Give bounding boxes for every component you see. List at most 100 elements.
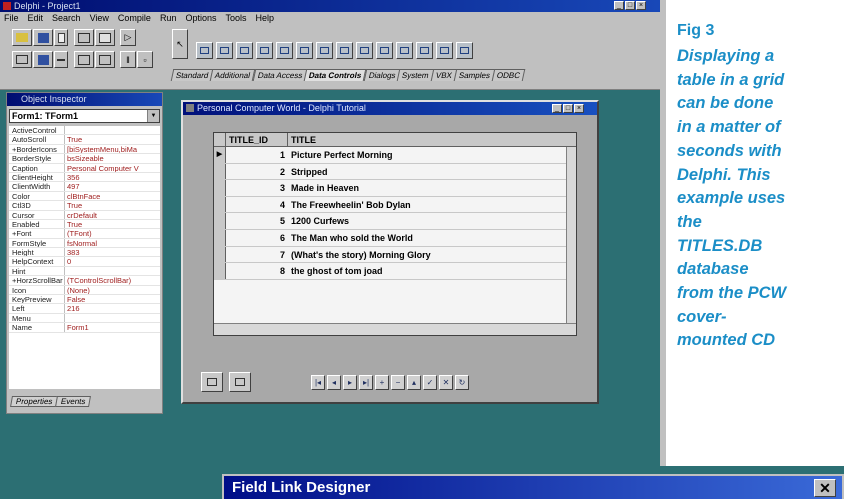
- nav-delete-button[interactable]: −: [391, 375, 405, 390]
- cell-title[interactable]: The Freewheelin' Bob Dylan: [288, 197, 576, 213]
- property-value[interactable]: (TControlScrollBar): [64, 276, 160, 285]
- property-row[interactable]: Icon (None): [9, 285, 160, 296]
- palette-dbimage[interactable]: [316, 42, 333, 59]
- table-component[interactable]: [201, 372, 223, 392]
- palette-dbradiogroup[interactable]: [396, 42, 413, 59]
- cell-title-id[interactable]: 1: [226, 147, 288, 163]
- menu-edit[interactable]: Edit: [28, 12, 44, 25]
- property-row[interactable]: Cursor crDefault: [9, 210, 160, 220]
- property-value[interactable]: [biSystemMenu,biMa: [64, 144, 160, 154]
- tab-additional[interactable]: Additional: [210, 69, 256, 81]
- cell-title[interactable]: 1200 Curfews: [288, 213, 576, 229]
- palette-datasource[interactable]: [196, 42, 213, 59]
- palette-dbchart[interactable]: [456, 42, 473, 59]
- close-icon[interactable]: ×: [574, 104, 584, 113]
- property-value[interactable]: 216: [64, 304, 160, 313]
- property-value[interactable]: crDefault: [64, 210, 160, 219]
- cell-title[interactable]: Made in Heaven: [288, 180, 576, 196]
- property-row[interactable]: Name Form1: [9, 323, 160, 333]
- property-row[interactable]: Enabled True: [9, 219, 160, 230]
- remove-file-button[interactable]: [54, 51, 68, 68]
- palette-dblistbox[interactable]: [336, 42, 353, 59]
- property-row[interactable]: HelpContext 0: [9, 257, 160, 267]
- palette-dblookupcombo[interactable]: [416, 42, 433, 59]
- menu-options[interactable]: Options: [185, 12, 216, 25]
- palette-dbtext[interactable]: [256, 42, 273, 59]
- nav-last-button[interactable]: ▸|: [359, 375, 373, 390]
- palette-dblookuplist[interactable]: [436, 42, 453, 59]
- table-row[interactable]: ▶ 1 Picture Perfect Morning: [214, 147, 576, 164]
- tab-system[interactable]: System: [396, 69, 435, 81]
- nav-post-button[interactable]: ✓: [423, 375, 437, 390]
- cell-title-id[interactable]: 6: [226, 230, 288, 246]
- nav-prior-button[interactable]: ◂: [327, 375, 341, 390]
- property-row[interactable]: Ctl3D True: [9, 201, 160, 211]
- select-form-button[interactable]: [95, 29, 115, 46]
- toggle-form-button[interactable]: [74, 51, 94, 68]
- tab-properties[interactable]: Properties: [10, 396, 59, 407]
- property-row[interactable]: Caption Personal Computer V: [9, 163, 160, 173]
- property-value[interactable]: Personal Computer V: [64, 163, 160, 172]
- column-header-title[interactable]: TITLE: [288, 133, 576, 146]
- property-row[interactable]: Menu: [9, 313, 160, 324]
- property-value[interactable]: True: [64, 201, 160, 210]
- palette-dbcheckbox[interactable]: [376, 42, 393, 59]
- property-value[interactable]: 0: [64, 257, 160, 266]
- property-row[interactable]: FormStyle fsNormal: [9, 238, 160, 249]
- property-value[interactable]: fsNormal: [64, 238, 160, 248]
- horizontal-scrollbar[interactable]: [214, 323, 576, 335]
- db-grid[interactable]: TITLE_ID TITLE ▶ 1 Picture Perfect Morning…: [213, 132, 577, 336]
- menu-compile[interactable]: Compile: [118, 12, 151, 25]
- tab-samples[interactable]: Samples: [453, 69, 496, 81]
- property-row[interactable]: +Font (TFont): [9, 229, 160, 239]
- tab-standard[interactable]: Standard: [170, 69, 214, 81]
- property-row[interactable]: Left 216: [9, 304, 160, 314]
- nav-insert-button[interactable]: +: [375, 375, 389, 390]
- nav-edit-button[interactable]: ▴: [407, 375, 421, 390]
- cell-title-id[interactable]: 4: [226, 197, 288, 213]
- step-over-button[interactable]: ▫: [137, 51, 153, 68]
- property-row[interactable]: ClientWidth 497: [9, 182, 160, 192]
- property-row[interactable]: Color clBtnFace: [9, 191, 160, 202]
- menu-view[interactable]: View: [90, 12, 109, 25]
- save-button[interactable]: [33, 51, 53, 68]
- property-value[interactable]: Form1: [64, 323, 160, 332]
- cell-title-id[interactable]: 7: [226, 247, 288, 263]
- cell-title-id[interactable]: 5: [226, 213, 288, 229]
- nav-first-button[interactable]: |◂: [311, 375, 325, 390]
- property-value[interactable]: 497: [64, 182, 160, 191]
- maximize-icon[interactable]: □: [625, 1, 635, 10]
- palette-dbgrid[interactable]: [216, 42, 233, 59]
- property-value[interactable]: [64, 313, 160, 323]
- property-value[interactable]: True: [64, 219, 160, 229]
- cell-title[interactable]: the ghost of tom joad: [288, 263, 576, 279]
- property-value[interactable]: True: [64, 135, 160, 144]
- property-value[interactable]: False: [64, 295, 160, 304]
- save-all-button[interactable]: [33, 29, 53, 46]
- property-row[interactable]: Hint: [9, 266, 160, 277]
- close-icon[interactable]: ×: [636, 1, 646, 10]
- chevron-down-icon[interactable]: ▼: [147, 110, 159, 122]
- property-value[interactable]: clBtnFace: [64, 191, 160, 201]
- minimize-icon[interactable]: _: [552, 104, 562, 113]
- property-value[interactable]: (None): [64, 285, 160, 295]
- column-header-title-id[interactable]: TITLE_ID: [226, 133, 288, 146]
- select-unit-button[interactable]: [74, 29, 94, 46]
- property-value[interactable]: [64, 266, 160, 276]
- property-row[interactable]: +BorderIcons [biSystemMenu,biMa: [9, 144, 160, 155]
- property-row[interactable]: BorderStyle bsSizeable: [9, 154, 160, 164]
- palette-dbcombobox[interactable]: [356, 42, 373, 59]
- property-row[interactable]: Height 383: [9, 248, 160, 258]
- new-unit-button[interactable]: [95, 51, 115, 68]
- menu-run[interactable]: Run: [160, 12, 177, 25]
- table-row[interactable]: 7 (What's the story) Morning Glory: [214, 246, 576, 264]
- minimize-icon[interactable]: _: [614, 1, 624, 10]
- property-value[interactable]: 383: [64, 248, 160, 257]
- nav-refresh-button[interactable]: ↻: [455, 375, 469, 390]
- property-value[interactable]: 356: [64, 172, 160, 182]
- property-value[interactable]: (TFont): [64, 229, 160, 238]
- palette-dbedit[interactable]: [276, 42, 293, 59]
- menu-help[interactable]: Help: [256, 12, 275, 25]
- table-row[interactable]: 4 The Freewheelin' Bob Dylan: [214, 196, 576, 214]
- cell-title[interactable]: The Man who sold the World: [288, 230, 576, 246]
